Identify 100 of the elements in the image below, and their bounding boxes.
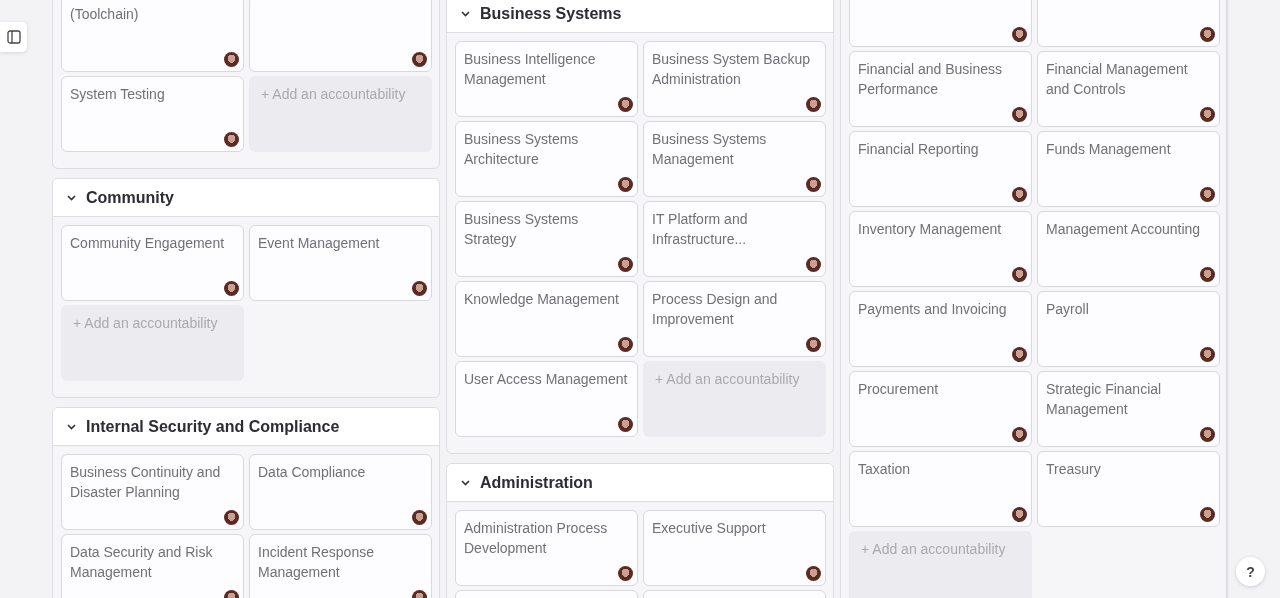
chevron-icon[interactable] [67,193,76,202]
card-title: Financial and Business Performance [858,60,1003,99]
chevron-icon[interactable] [461,9,470,18]
accountability-card[interactable]: Procurement [849,371,1032,447]
avatar-icon [412,52,427,67]
group-title: Internal Security and Compliance [86,417,340,436]
chevron-icon[interactable] [461,478,470,487]
avatar-icon [224,132,239,147]
avatar-icon [1200,27,1215,42]
accountability-card[interactable]: Financial Reporting [849,131,1032,207]
avatar-icon [806,566,821,581]
card-title: Business Systems Strategy [464,210,580,249]
avatar-icon [618,337,633,352]
avatar-icon [618,417,633,432]
card-title: Process Design and Improvement [652,290,779,329]
card-title: Administration Process Development [464,519,609,558]
card-title: Payments and Invoicing [858,300,1008,319]
accountability-card[interactable]: Community Engagement [61,225,244,301]
card-title: User Access Management [464,370,629,389]
accountability-card[interactable]: Business Continuity and Disaster Planning [61,454,244,530]
avatar-icon [1200,187,1215,202]
avatar-icon [224,510,239,525]
accountability-card[interactable]: Financial and Business Performance [849,51,1032,127]
card-title: Community Engagement [70,234,226,253]
card-title: Data Compliance [258,463,367,482]
accountability-card[interactable]: Executive Support [643,510,826,586]
card-title: Business Intelligence Management [464,50,597,89]
accountability-card[interactable]: Process Design and Improvement [643,281,826,357]
card-title: IT Platform and Infrastructure... [652,210,749,249]
card-title: Business System Backup Administration [652,50,811,89]
avatar-icon [1200,427,1215,442]
help-button[interactable]: ? [1236,557,1265,586]
accountability-card[interactable]: Management Accounting [1037,211,1220,287]
accountability-card[interactable]: Inventory Management [849,211,1032,287]
card-title: Business Systems Management [652,130,768,169]
accountability-card[interactable]: Financial Management and Controls [1037,51,1220,127]
accountability-card[interactable]: Business Intelligence Management [455,41,638,117]
accountability-card[interactable]: System Testing [61,76,244,152]
accountability-card[interactable]: Payments and Invoicing [849,291,1032,367]
card-title: Inventory Management [858,220,1003,239]
avatar-icon [1012,107,1027,122]
sidebar-icon [6,30,21,44]
avatar-icon [1012,347,1027,362]
accountability-card[interactable]: Funds Management [1037,131,1220,207]
card-title: Financial Management and Controls [1046,60,1189,99]
avatar-icon [412,510,427,525]
avatar-icon [412,281,427,296]
card-title: Event Management [258,234,381,253]
avatar-icon [1012,507,1027,522]
avatar-icon [806,337,821,352]
avatar-icon [618,566,633,581]
accountability-card[interactable]: Business Systems Management [643,121,826,197]
accountability-card[interactable]: Payroll [1037,291,1220,367]
sidebar-toggle-button[interactable] [0,22,27,52]
accountability-card[interactable]: Data Compliance [249,454,432,530]
avatar-icon [1200,267,1215,282]
group-title: Community [86,188,174,207]
avatar-icon [224,281,239,296]
group-title: Administration [480,473,593,492]
avatar-icon [618,257,633,272]
avatar-icon [618,177,633,192]
accountability-card[interactable]: Strategic Financial Management [1037,371,1220,447]
accountability-card[interactable]: Business Systems Strategy [455,201,638,277]
card-title: Financial Reporting [858,140,980,159]
avatar-icon [618,97,633,112]
card-title: Executive Support [652,519,767,538]
accountability-card[interactable]: Event Management [249,225,432,301]
card-title: (Toolchain) [70,5,140,24]
chevron-icon[interactable] [67,422,76,431]
avatar-icon [1012,427,1027,442]
avatar-icon [1200,107,1215,122]
card-title: Knowledge Management [464,290,620,309]
accountability-card[interactable]: Administration Process Development [455,510,638,586]
avatar-icon [1012,27,1027,42]
avatar-icon [806,97,821,112]
accountability-card[interactable]: Business System Backup Administration [643,41,826,117]
accountability-card[interactable]: (Toolchain) [61,0,244,72]
card-title: Management Accounting [1046,220,1202,239]
card-title: System Testing [70,85,166,104]
card-title: Payroll [1046,300,1090,319]
accountability-card[interactable]: Treasury [1037,451,1220,527]
avatar-icon [1200,347,1215,362]
accountability-card[interactable]: Knowledge Management [455,281,638,357]
card-title: Strategic Financial Management [1046,380,1163,419]
accountability-card[interactable]: User Access Management [455,361,638,437]
card-title: Procurement [858,380,940,399]
accountability-card[interactable]: Data Security and Risk Management [61,534,244,598]
avatar-icon [1012,187,1027,202]
avatar-icon [224,52,239,67]
card-title: Data Security and Risk Management [70,543,214,582]
avatar-icon [806,177,821,192]
accountability-card[interactable]: IT Platform and Infrastructure... [643,201,826,277]
card-title: Business Continuity and Disaster Planning [70,463,222,502]
accountability-card[interactable]: Taxation [849,451,1032,527]
card-title: Business Systems Architecture [464,130,580,169]
avatar-icon [1200,507,1215,522]
accountability-card[interactable]: Incident Response Management [249,534,432,598]
card-title: Incident Response Management [258,543,375,582]
accountability-card[interactable]: Business Systems Architecture [455,121,638,197]
avatar-icon [1012,267,1027,282]
